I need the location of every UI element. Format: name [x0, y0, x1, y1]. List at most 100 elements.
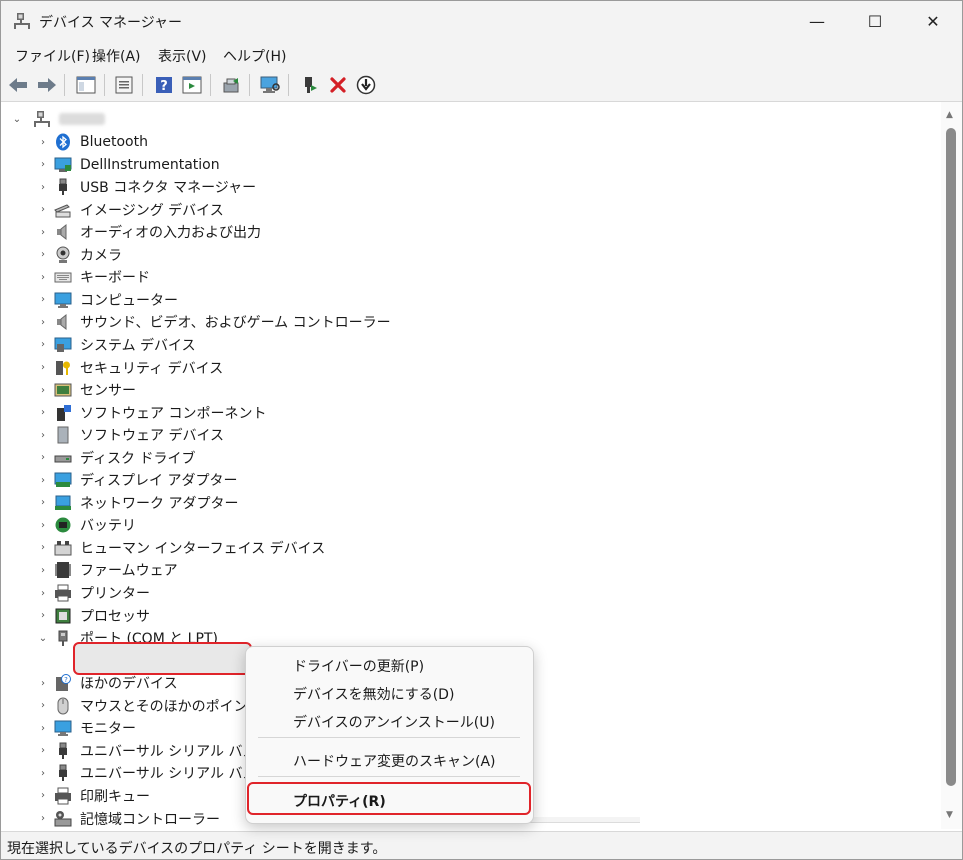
update-driver-icon[interactable]	[220, 74, 242, 96]
chevron-right-icon[interactable]: ›	[37, 221, 49, 243]
processor-icon	[54, 607, 72, 625]
tree-category-item[interactable]: › オーディオの入力および出力	[37, 221, 261, 243]
uninstall-device-icon[interactable]	[327, 74, 349, 96]
chevron-right-icon[interactable]: ›	[37, 357, 49, 379]
menu-view[interactable]: 表示(V)	[158, 46, 207, 66]
scanner-icon	[54, 201, 72, 219]
chevron-right-icon[interactable]: ›	[37, 311, 49, 333]
tree-category-item[interactable]: › ディスプレイ アダプター	[37, 469, 237, 491]
chevron-right-icon[interactable]: ›	[37, 672, 49, 694]
chevron-right-icon[interactable]: ›	[37, 379, 49, 401]
menu-update-driver[interactable]: ドライバーの更新(P)	[293, 656, 424, 676]
chevron-right-icon[interactable]: ›	[37, 717, 49, 739]
scroll-down-icon[interactable]: ▼	[946, 810, 953, 820]
menu-action[interactable]: 操作(A)	[92, 46, 141, 66]
tree-category-item[interactable]: › コンピューター	[37, 289, 178, 311]
chevron-right-icon[interactable]: ›	[37, 785, 49, 807]
menu-uninstall-device[interactable]: デバイスのアンインストール(U)	[293, 712, 495, 732]
show-hide-console-tree-icon[interactable]	[75, 74, 97, 96]
chevron-right-icon[interactable]: ›	[37, 740, 49, 762]
tree-category-item[interactable]: › センサー	[37, 379, 136, 401]
tree-category-item[interactable]: › ディスク ドライブ	[37, 447, 195, 469]
chevron-right-icon[interactable]: ›	[37, 334, 49, 356]
chevron-right-icon[interactable]: ›	[37, 266, 49, 288]
tree-category-item[interactable]: › イメージング デバイス	[37, 199, 224, 221]
tree-category-item[interactable]: › システム デバイス	[37, 334, 196, 356]
tree-category-item[interactable]: › ヒューマン インターフェイス デバイス	[37, 537, 325, 559]
software-device-icon	[54, 426, 72, 444]
chevron-right-icon[interactable]: ›	[37, 244, 49, 266]
tree-category-item[interactable]: › ソフトウェア コンポーネント	[37, 402, 266, 424]
minimize-button[interactable]: —	[788, 1, 846, 41]
chevron-right-icon[interactable]: ›	[37, 537, 49, 559]
sensor-icon	[54, 381, 72, 399]
tree-category-item[interactable]: › ネットワーク アダプター	[37, 492, 238, 514]
scrollbar-thumb[interactable]	[946, 128, 956, 786]
chevron-right-icon[interactable]: ›	[37, 605, 49, 627]
menu-help[interactable]: ヘルプ(H)	[223, 46, 286, 66]
menu-file[interactable]: ファイル(F)	[15, 46, 90, 66]
chevron-down-icon[interactable]: ⌄	[11, 108, 23, 130]
properties-icon[interactable]	[113, 74, 135, 96]
menu-scan-hardware[interactable]: ハードウェア変更のスキャン(A)	[293, 751, 496, 771]
tree-category-item[interactable]: › 印刷キュー	[37, 785, 150, 807]
tree-item-label: オーディオの入力および出力	[80, 225, 262, 242]
tree-category-item[interactable]: › マウスとそのほかのポインティ	[37, 695, 275, 717]
chevron-right-icon[interactable]: ›	[37, 289, 49, 311]
port-icon	[54, 629, 72, 647]
chevron-right-icon[interactable]: ›	[37, 131, 49, 153]
tree-category-item[interactable]: › プロセッサ	[37, 605, 150, 627]
tree-category-item[interactable]: › モニター	[37, 717, 136, 739]
chevron-right-icon[interactable]: ›	[37, 762, 49, 784]
tree-category-item[interactable]: › ユニバーサル シリアル バス デ	[37, 762, 275, 784]
enable-device-icon[interactable]	[299, 74, 321, 96]
back-arrow-icon[interactable]	[7, 74, 29, 96]
tree-category-item[interactable]: ›? ほかのデバイス	[37, 672, 178, 694]
chevron-right-icon[interactable]: ›	[37, 582, 49, 604]
scan-hardware-icon[interactable]	[259, 74, 281, 96]
forward-arrow-icon[interactable]	[36, 74, 58, 96]
tree-category-item[interactable]: › ファームウェア	[37, 559, 178, 581]
scroll-up-icon[interactable]: ▲	[946, 110, 953, 120]
tree-root[interactable]: ⌄	[11, 108, 105, 130]
chevron-right-icon[interactable]: ›	[37, 154, 49, 176]
chevron-right-icon[interactable]: ›	[37, 695, 49, 717]
disable-device-icon[interactable]	[355, 74, 377, 96]
usb-connector-icon	[54, 178, 72, 196]
storage-controller-icon	[54, 810, 72, 828]
tree-category-item[interactable]: › キーボード	[37, 266, 150, 288]
chevron-right-icon[interactable]: ›	[37, 559, 49, 581]
network-adapter-icon	[54, 494, 72, 512]
chevron-down-icon[interactable]: ⌄	[37, 627, 49, 649]
chevron-right-icon[interactable]: ›	[37, 402, 49, 424]
vertical-scrollbar[interactable]: ▲ ▼	[941, 102, 962, 829]
chevron-right-icon[interactable]: ›	[37, 492, 49, 514]
tree-category-item[interactable]: › DellInstrumentation	[37, 154, 220, 176]
tree-category-item[interactable]: › 記憶域コントローラー	[37, 808, 220, 830]
chevron-right-icon[interactable]: ›	[37, 424, 49, 446]
monitor-network-icon	[54, 156, 72, 174]
chevron-right-icon[interactable]: ›	[37, 808, 49, 830]
menu-disable-device[interactable]: デバイスを無効にする(D)	[293, 684, 454, 704]
action-pane-icon[interactable]	[181, 74, 203, 96]
tree-category-item[interactable]: › セキュリティ デバイス	[37, 357, 223, 379]
tree-category-item[interactable]: › バッテリ	[37, 514, 136, 536]
help-icon[interactable]: ?	[153, 74, 175, 96]
close-button[interactable]: ✕	[904, 1, 962, 41]
tree-category-item[interactable]: › ソフトウェア デバイス	[37, 424, 224, 446]
tree-category-item[interactable]: › プリンター	[37, 582, 150, 604]
svg-text:?: ?	[64, 676, 68, 684]
tree-category-item[interactable]: › USB コネクタ マネージャー	[37, 176, 256, 198]
tree-item-label: 印刷キュー	[80, 788, 150, 805]
tree-category-item[interactable]: › カメラ	[37, 244, 122, 266]
tree-item-label: USB コネクタ マネージャー	[80, 180, 257, 197]
tree-category-item[interactable]: › Bluetooth	[37, 131, 148, 153]
chevron-right-icon[interactable]: ›	[37, 199, 49, 221]
chevron-right-icon[interactable]: ›	[37, 176, 49, 198]
chevron-right-icon[interactable]: ›	[37, 469, 49, 491]
chevron-right-icon[interactable]: ›	[37, 514, 49, 536]
chevron-right-icon[interactable]: ›	[37, 447, 49, 469]
toolbar: ?	[1, 68, 962, 102]
maximize-button[interactable]: ☐	[846, 1, 904, 41]
tree-category-item[interactable]: › サウンド、ビデオ、およびゲーム コントローラー	[37, 311, 391, 333]
